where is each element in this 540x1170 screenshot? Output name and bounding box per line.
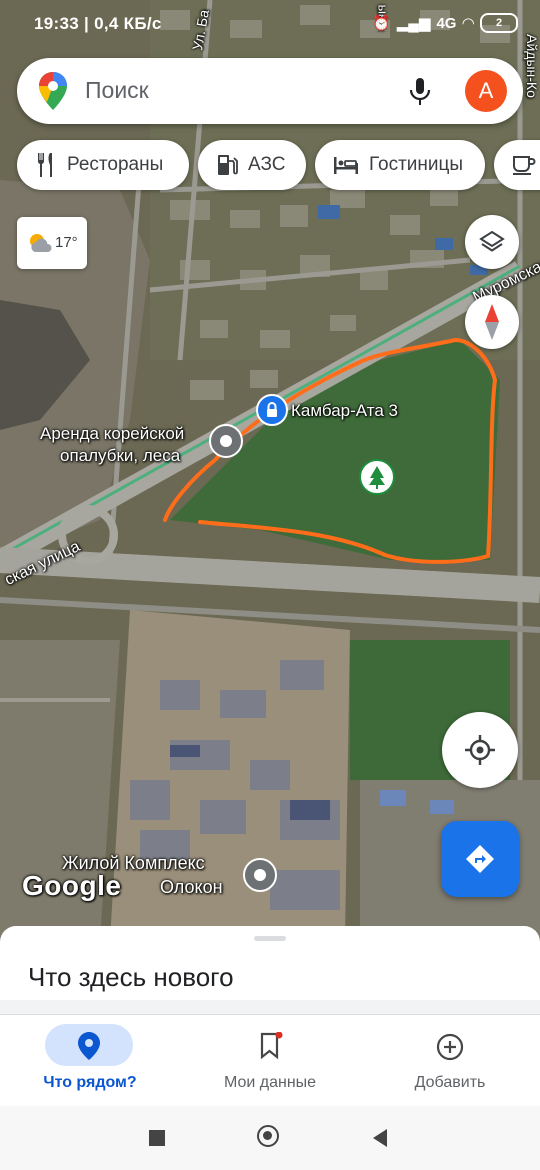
status-time-speed: 19:33 | 0,4 КБ/с	[34, 14, 162, 34]
compass-icon	[485, 304, 499, 340]
coffee-icon	[512, 155, 536, 175]
status-separator: |	[78, 14, 95, 33]
compass-button[interactable]	[465, 295, 519, 349]
google-logo: Google	[22, 870, 122, 901]
restaurant-icon	[35, 153, 57, 177]
directions-button[interactable]	[441, 821, 519, 897]
place-label-zhk-2[interactable]: Олокон	[160, 877, 223, 898]
partly-cloudy-icon	[30, 234, 52, 252]
status-bar: 19:33 | 0,4 КБ/с ⏰ ▂▄▆ 4G ◠ 2	[0, 0, 540, 48]
park-pin[interactable]	[359, 459, 395, 495]
nav-label-contribute: Добавить	[414, 1074, 486, 1091]
weather-temp: 17°	[55, 234, 78, 251]
nav-saved[interactable]: Мои данные	[180, 1015, 360, 1107]
chip-label: АЗС	[248, 154, 286, 175]
search-bar[interactable]: Поиск А	[17, 58, 523, 124]
crosshair-icon	[465, 735, 495, 765]
bottom-navigation: Что рядом? Мои данные Добавить	[0, 1014, 540, 1107]
zhk-olokon-pin[interactable]	[243, 858, 277, 892]
chip-restaurants[interactable]: Рестораны	[17, 140, 189, 190]
sheet-divider	[0, 1000, 540, 1014]
place-label-kambar-ata[interactable]: Камбар-Ата 3	[291, 401, 398, 421]
search-placeholder[interactable]: Поиск	[85, 77, 149, 104]
my-location-button[interactable]	[442, 712, 518, 788]
weather-badge[interactable]: 17°	[17, 217, 87, 269]
explore-pin-icon	[78, 1032, 100, 1060]
bookmark-icon	[260, 1032, 283, 1060]
kambar-ata-pin[interactable]	[256, 394, 288, 426]
arenda-pin[interactable]	[209, 424, 243, 458]
recent-apps-button[interactable]	[149, 1130, 165, 1146]
chip-gas-stations[interactable]: АЗС	[198, 140, 306, 190]
home-button[interactable]	[257, 1125, 279, 1147]
layers-icon	[479, 230, 505, 252]
signal-icon: ▂▄▆	[396, 15, 431, 32]
nav-explore[interactable]: Что рядом?	[0, 1015, 180, 1107]
chip-hotels[interactable]: Гостиницы	[315, 140, 485, 190]
add-circle-icon	[436, 1033, 464, 1061]
google-maps-pin-icon	[39, 72, 67, 110]
layers-button[interactable]	[465, 215, 519, 269]
back-icon[interactable]	[371, 1128, 389, 1148]
status-speed: 0,4 КБ/с	[94, 14, 162, 33]
status-time: 19:33	[34, 14, 79, 33]
mic-icon[interactable]	[409, 78, 431, 106]
place-label-arenda-2[interactable]: опалубки, леса	[60, 446, 180, 466]
sheet-handle[interactable]	[254, 936, 286, 941]
alarm-icon: ⏰	[372, 15, 391, 32]
avatar[interactable]: А	[465, 70, 507, 112]
nav-contribute[interactable]: Добавить	[360, 1015, 540, 1107]
nav-label-saved: Мои данные	[223, 1074, 317, 1091]
wifi-icon: ◠	[462, 15, 474, 32]
sheet-title: Что здесь нового	[28, 962, 234, 992]
directions-icon	[466, 845, 494, 873]
tree-icon	[369, 466, 385, 489]
battery-icon: 2	[480, 13, 518, 33]
chip-label: Рестораны	[67, 154, 164, 175]
lock-icon	[267, 402, 277, 417]
hotel-icon	[333, 155, 359, 175]
system-navigation-bar	[0, 1106, 540, 1170]
gas-station-icon	[216, 153, 238, 177]
chip-coffee[interactable]	[494, 140, 540, 190]
nav-label-explore: Что рядом?	[43, 1074, 137, 1091]
chip-label: Гостиницы	[369, 154, 464, 175]
place-label-arenda-1[interactable]: Аренда корейской	[40, 424, 184, 444]
status-icons: ⏰ ▂▄▆ 4G ◠ 2	[372, 13, 518, 33]
bottom-sheet[interactable]: Что здесь нового	[0, 926, 540, 1006]
network-type: 4G	[436, 14, 457, 32]
